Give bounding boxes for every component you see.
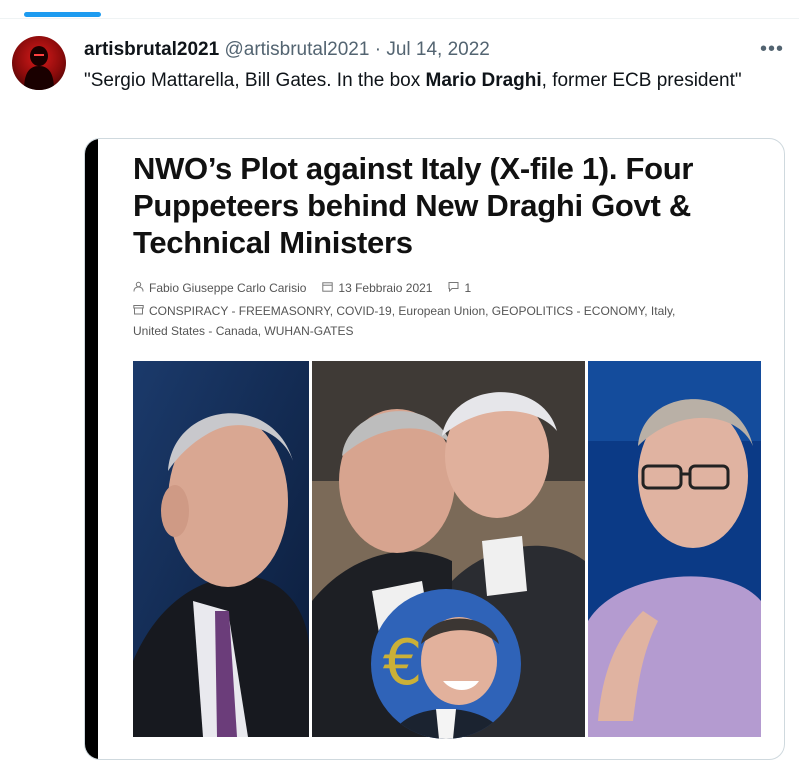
- article-categories: CONSPIRACY - FREEMASONRY, COVID-19, Euro…: [133, 301, 713, 341]
- active-tab-indicator: [24, 12, 101, 17]
- photo-panel-right: [588, 361, 761, 737]
- avatar-figure-icon: [24, 46, 54, 90]
- article-title: NWO’s Plot against Italy (X-file 1). Fou…: [133, 151, 694, 260]
- user-icon: [133, 281, 144, 295]
- separator-dot: ·: [374, 39, 382, 60]
- tweet-text-start: "Sergio Mattarella, Bill Gates. In the b…: [84, 70, 426, 91]
- tweet-text: "Sergio Mattarella, Bill Gates. In the b…: [84, 68, 744, 94]
- article-meta: Fabio Giuseppe Carlo Carisio 13 Febbraio…: [133, 281, 471, 295]
- article-photo-collage: €: [133, 361, 761, 739]
- article-date: 13 Febbraio 2021: [338, 281, 433, 295]
- more-options-button[interactable]: •••: [758, 36, 786, 62]
- tweet-header: artisbrutal2021 @artisbrutal2021 · Jul 1…: [84, 38, 490, 62]
- tweet-date[interactable]: Jul 14, 2022: [386, 39, 490, 60]
- tweet-text-end: , former ECB president": [541, 70, 742, 91]
- photo-inset-circle: €: [371, 589, 521, 739]
- article-comments-count: 1: [464, 281, 472, 295]
- divider: [0, 18, 799, 19]
- svg-text:€: €: [383, 626, 422, 699]
- article-author: Fabio Giuseppe Carlo Carisio: [149, 281, 307, 295]
- folder-icon: [133, 301, 144, 321]
- more-horizontal-icon: •••: [759, 38, 784, 60]
- photo-panel-left: [133, 361, 309, 737]
- author-handle[interactable]: @artisbrutal2021: [224, 39, 369, 60]
- tweet-media-card[interactable]: NWO’s Plot against Italy (X-file 1). Fou…: [84, 138, 785, 760]
- author-name[interactable]: artisbrutal2021: [84, 39, 219, 60]
- comment-icon: [448, 281, 459, 295]
- card-edge-bar: [85, 139, 98, 759]
- article-categories-text: CONSPIRACY - FREEMASONRY, COVID-19, Euro…: [133, 304, 676, 338]
- tweet-text-bold: Mario Draghi: [425, 70, 542, 91]
- calendar-icon: [322, 281, 334, 295]
- avatar[interactable]: [12, 36, 66, 90]
